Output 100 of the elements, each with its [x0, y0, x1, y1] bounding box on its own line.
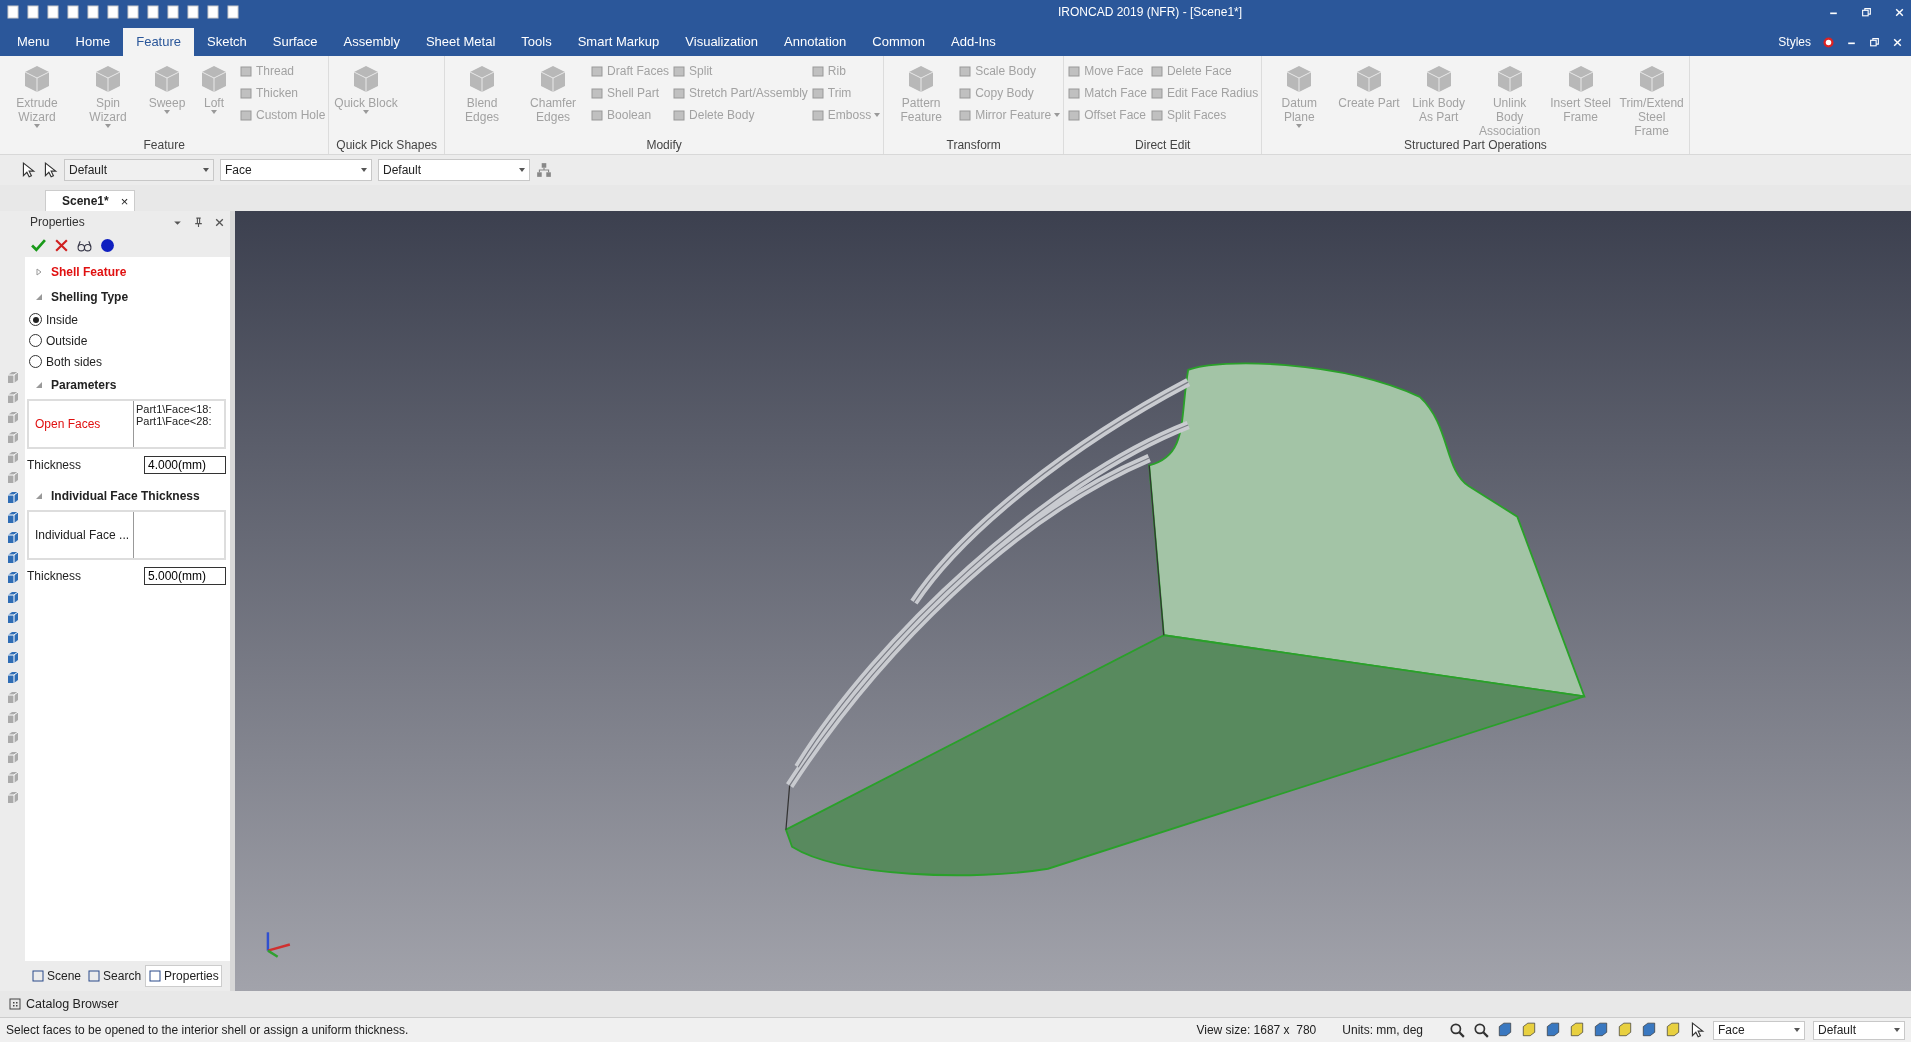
- ribbon-tab[interactable]: Annotation: [771, 28, 860, 56]
- help-icon[interactable]: [1823, 36, 1834, 48]
- zoom-icon[interactable]: [1449, 1022, 1465, 1038]
- cube-icon[interactable]: [5, 571, 20, 585]
- square-icon: [672, 64, 687, 78]
- ribbon-tab[interactable]: Sketch: [194, 28, 260, 56]
- cursor-icon[interactable]: [20, 162, 36, 178]
- ribbon-tab[interactable]: Smart Markup: [564, 28, 673, 56]
- toolbar-icon[interactable]: [6, 5, 20, 19]
- square-icon: [810, 64, 825, 78]
- ribbon-tab[interactable]: Sheet Metal: [412, 28, 509, 56]
- panel-tab[interactable]: Scene: [29, 966, 84, 986]
- ribbon-tab[interactable]: Visualization: [672, 28, 772, 56]
- square-icon: [1149, 86, 1164, 100]
- list-item[interactable]: Part1\Face<18:: [136, 403, 222, 415]
- grid-icon: [8, 997, 22, 1011]
- thickness-field[interactable]: 5.000(mm): [144, 567, 226, 585]
- dropdown[interactable]: Face: [220, 159, 372, 181]
- expand-arrow-icon[interactable]: [35, 491, 43, 500]
- tree-icon[interactable]: [536, 162, 552, 178]
- panel-tab[interactable]: Search: [85, 966, 144, 986]
- dropdown[interactable]: Default: [378, 159, 530, 181]
- cancel-icon[interactable]: [54, 237, 69, 253]
- expand-arrow-icon[interactable]: [35, 292, 43, 301]
- cube-icon[interactable]: [5, 491, 20, 505]
- section-title: Individual Face Thickness: [51, 488, 200, 503]
- toolbar-icon[interactable]: [126, 5, 140, 19]
- toolbar-icon[interactable]: [86, 5, 100, 19]
- square-icon: [1149, 108, 1164, 122]
- toolbar-icon[interactable]: [206, 5, 220, 19]
- cube-icon[interactable]: [5, 591, 20, 605]
- toolbar-icon[interactable]: [146, 5, 160, 19]
- toolbar-icon[interactable]: [166, 5, 180, 19]
- ribbon-tab[interactable]: Tools: [508, 28, 565, 56]
- cursor-icon[interactable]: [1689, 1022, 1705, 1038]
- toolbar-icon[interactable]: [26, 5, 40, 19]
- circle-icon[interactable]: [100, 237, 115, 253]
- radio-circle[interactable]: [29, 355, 42, 368]
- toolbar-icon[interactable]: [106, 5, 120, 19]
- toolbar-icon[interactable]: [66, 5, 80, 19]
- cube-icon[interactable]: [1641, 1022, 1657, 1038]
- list-field[interactable]: Part1\Face<18: Part1\Face<28:: [133, 401, 224, 447]
- cube-icon[interactable]: [1593, 1022, 1609, 1038]
- square-icon: [148, 969, 163, 983]
- ribbon-tab[interactable]: Home: [62, 28, 124, 56]
- units: Units: mm, deg: [1342, 1023, 1423, 1037]
- status-message: Select faces to be opened to the interior shell or assign a uniform thickness.: [6, 1023, 409, 1037]
- ribbon-tab[interactable]: Feature: [123, 28, 195, 56]
- cube-icon[interactable]: [5, 651, 20, 665]
- checkmark-icon[interactable]: [31, 237, 46, 253]
- restore-icon[interactable]: [1869, 36, 1880, 48]
- dropdown[interactable]: Default: [1813, 1020, 1905, 1040]
- square-icon: [239, 86, 253, 100]
- document-tab[interactable]: Scene1* ×: [45, 190, 136, 211]
- thickness-field[interactable]: 4.000(mm): [144, 456, 226, 474]
- 3d-viewport[interactable]: [235, 211, 1911, 991]
- square-icon: [87, 969, 102, 983]
- toolbar-icon[interactable]: [46, 5, 60, 19]
- toolbar-icon[interactable]: [186, 5, 200, 19]
- restore-icon[interactable]: [1861, 6, 1872, 18]
- toolbar-icon[interactable]: [226, 5, 240, 19]
- window-title: IRONCAD 2019 (NFR) - [Scene1*]: [1058, 5, 1243, 19]
- radio-button[interactable]: Both sides: [27, 351, 226, 372]
- cube-icon[interactable]: [5, 611, 20, 625]
- list-item[interactable]: Part1\Face<28:: [136, 415, 222, 427]
- ribbon-tab[interactable]: Menu: [4, 28, 63, 56]
- cube-icon[interactable]: [1521, 1022, 1537, 1038]
- cursor-icon[interactable]: [42, 162, 58, 178]
- cube-icon[interactable]: [1545, 1022, 1561, 1038]
- caret-icon: [203, 168, 209, 172]
- dropdown[interactable]: Face: [1713, 1020, 1805, 1040]
- cube-icon[interactable]: [1617, 1022, 1633, 1038]
- radio-circle[interactable]: [29, 334, 42, 347]
- panel-tab[interactable]: Properties: [145, 965, 222, 987]
- cube-icon[interactable]: [5, 531, 20, 545]
- cube-icon[interactable]: [1569, 1022, 1585, 1038]
- close-icon[interactable]: [214, 216, 225, 228]
- ribbon-tab[interactable]: Surface: [259, 28, 331, 56]
- ribbon-tab[interactable]: Common: [859, 28, 938, 56]
- expand-arrow-icon[interactable]: [35, 380, 43, 389]
- caret-icon: [1894, 1028, 1900, 1032]
- close-icon[interactable]: [1894, 6, 1905, 18]
- styles-menu[interactable]: Styles: [1778, 35, 1811, 49]
- field-label: Thickness: [27, 569, 82, 583]
- radio-circle[interactable]: [29, 313, 42, 326]
- close-icon[interactable]: [1892, 36, 1903, 48]
- cube-icon[interactable]: [1497, 1022, 1513, 1038]
- cube-icon[interactable]: [5, 511, 20, 525]
- ribbon-tab[interactable]: Add-Ins: [938, 28, 1009, 56]
- expand-arrow-icon[interactable]: [35, 267, 43, 276]
- cube-icon[interactable]: [5, 671, 20, 685]
- radio-button[interactable]: Outside: [27, 330, 226, 351]
- cube-icon[interactable]: [5, 631, 20, 645]
- catalog-browser-tab[interactable]: Catalog Browser: [8, 997, 119, 1011]
- cube-icon[interactable]: [5, 551, 20, 565]
- zoom-icon[interactable]: [1473, 1022, 1489, 1038]
- radio-button[interactable]: Inside: [27, 309, 226, 330]
- ribbon-tab[interactable]: Assembly: [330, 28, 413, 56]
- cube-icon[interactable]: [1665, 1022, 1681, 1038]
- pin-icon[interactable]: [193, 216, 204, 228]
